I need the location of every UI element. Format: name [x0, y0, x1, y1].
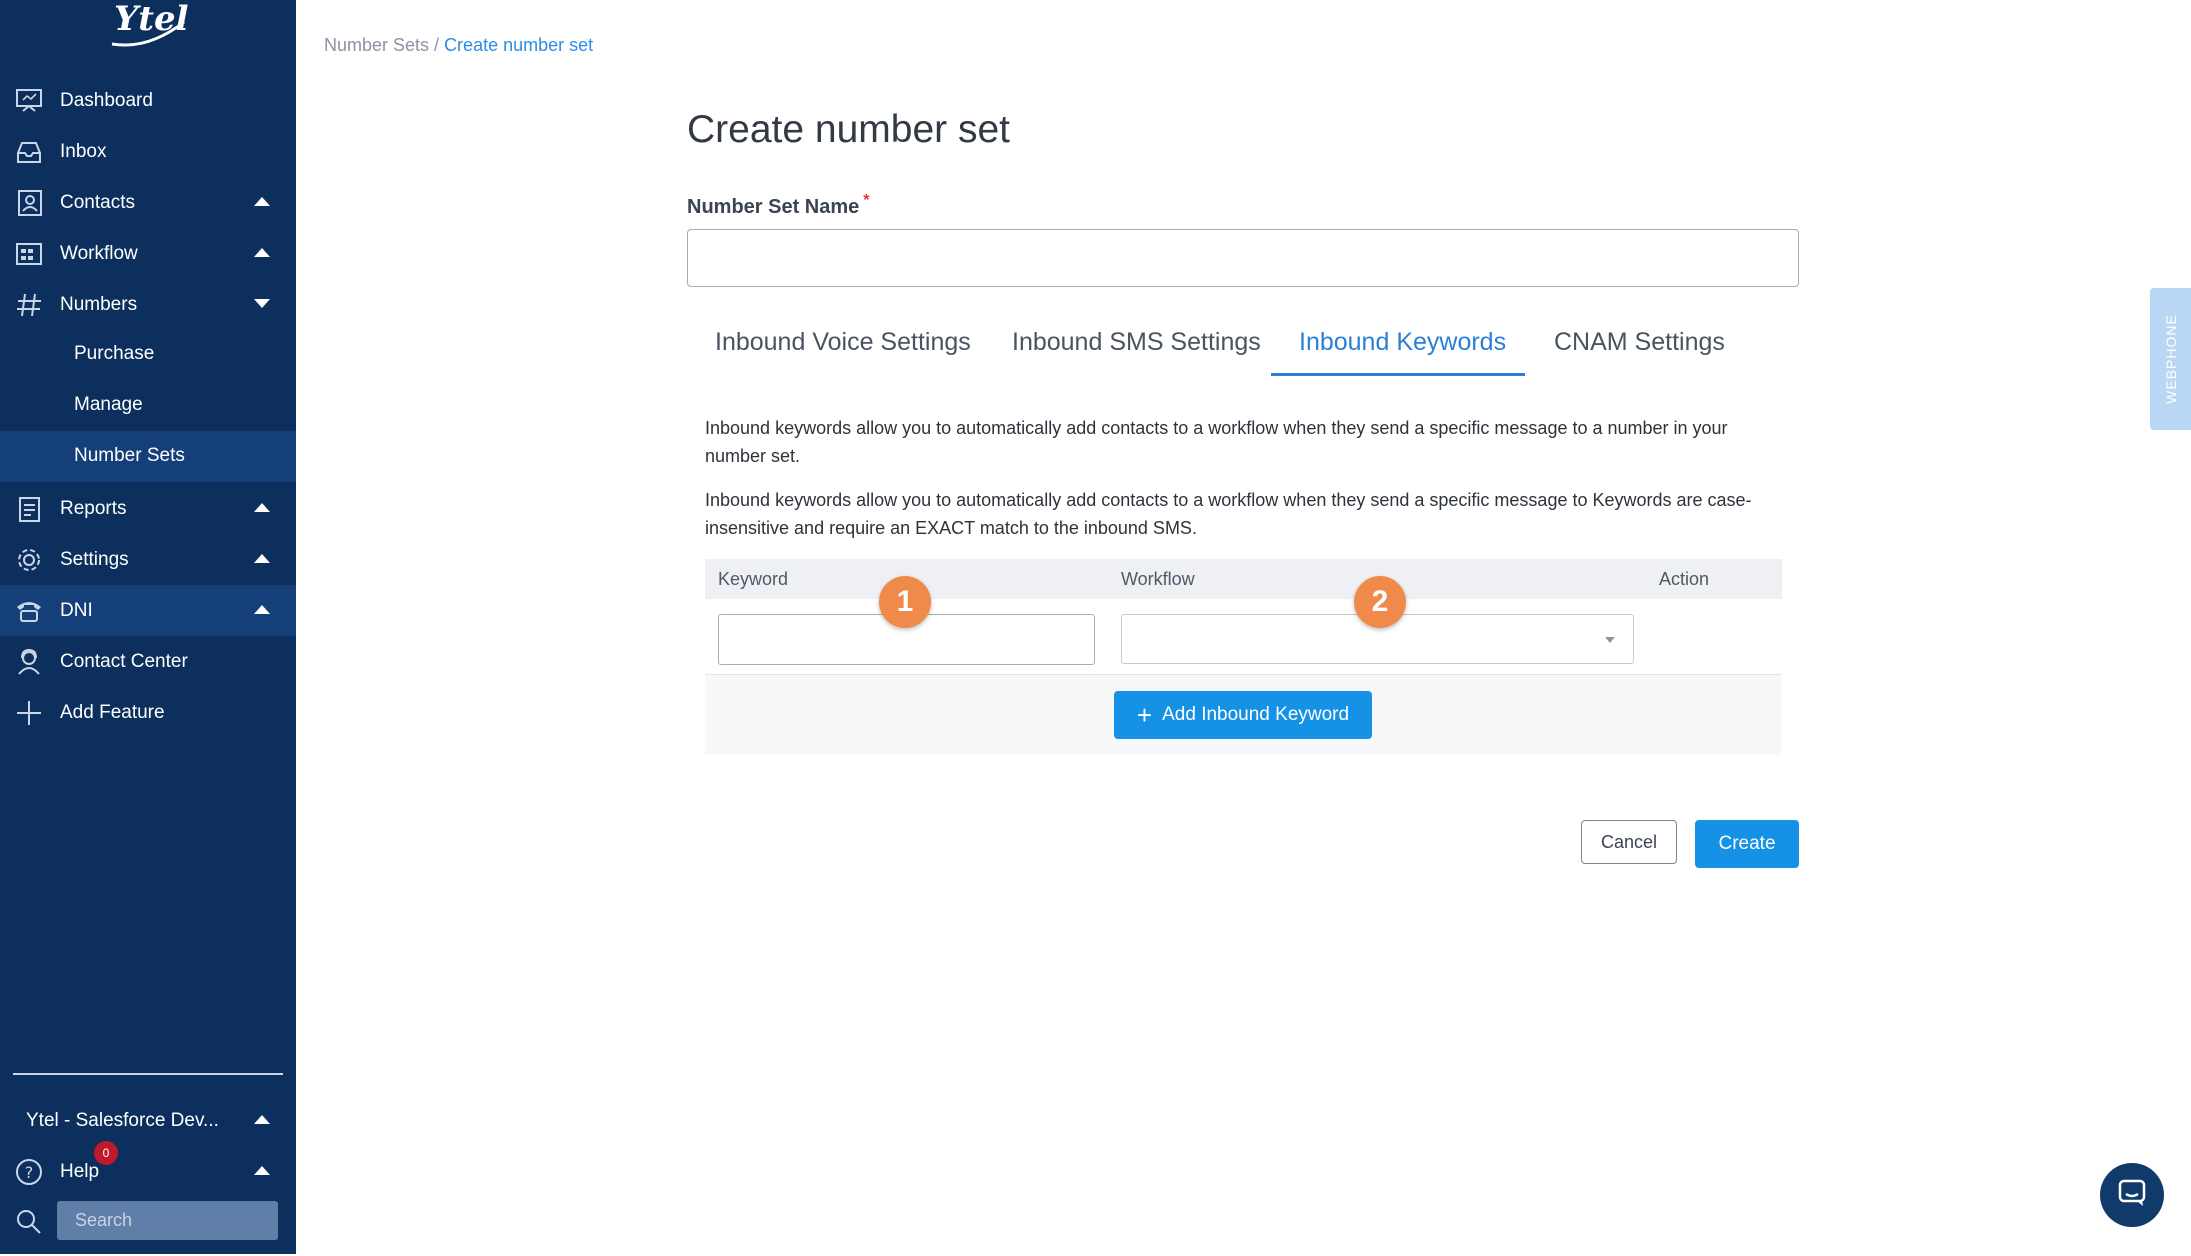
page-title: Create number set [687, 108, 1010, 151]
description-text: Inbound keywords allow you to automatica… [705, 418, 1728, 466]
webphone-label: WEBPHONE [2162, 314, 2179, 404]
breadcrumb: Number Sets / Create number set [324, 35, 593, 56]
sidebar-item-label: Help [60, 1160, 100, 1182]
column-header-action: Action [1659, 569, 1710, 589]
plus-icon [14, 699, 44, 727]
number-set-name-label-text: Number Set Name [687, 196, 860, 218]
add-inbound-keyword-button[interactable]: + Add Inbound Keyword [1114, 691, 1372, 739]
sidebar-item-numbers[interactable]: Numbers [0, 279, 296, 330]
sidebar-item-label: DNI [60, 599, 93, 621]
active-tab-indicator [1271, 373, 1525, 376]
add-inbound-keyword-label: Add Inbound Keyword [1162, 704, 1350, 725]
chevron-up-icon[interactable] [254, 1115, 270, 1124]
tab-inbound-keywords[interactable]: Inbound Keywords [1299, 328, 1506, 357]
sidebar-item-settings[interactable]: Settings [0, 534, 296, 585]
required-marker: * [863, 192, 870, 209]
chevron-up-icon[interactable] [254, 197, 270, 206]
sidebar-item-dashboard[interactable]: Dashboard [0, 75, 296, 126]
sidebar-search-input[interactable] [57, 1201, 278, 1240]
sidebar-item-label: Purchase [74, 343, 155, 364]
sidebar-item-add-feature[interactable]: Add Feature [0, 687, 296, 738]
description-text: Inbound keywords allow you to automatica… [705, 490, 1752, 538]
annotation-marker-2: 2 [1354, 576, 1406, 628]
sidebar-item-label: Reports [60, 497, 127, 519]
chevron-down-icon[interactable] [254, 299, 270, 308]
sidebar-divider [13, 1073, 283, 1075]
sidebar-item-label: Contact Center [60, 650, 188, 672]
chevron-up-icon[interactable] [254, 503, 270, 512]
phone-icon [14, 597, 44, 625]
create-button[interactable]: Create [1695, 820, 1799, 868]
cancel-button[interactable]: Cancel [1581, 820, 1677, 864]
sidebar-item-label: Numbers [60, 293, 138, 315]
account-label: Ytel - Salesforce Dev... [26, 1109, 219, 1131]
tab-inbound-voice-settings[interactable]: Inbound Voice Settings [715, 328, 971, 357]
reports-icon [14, 495, 44, 523]
sidebar-item-purchase[interactable]: Purchase [0, 329, 296, 380]
sidebar-item-inbox[interactable]: Inbox [0, 126, 296, 177]
sidebar-item-label: Inbox [60, 140, 107, 162]
sidebar-item-dni[interactable]: DNI [0, 585, 296, 636]
breadcrumb-current[interactable]: Create number set [444, 35, 593, 55]
tab-inbound-sms-settings[interactable]: Inbound SMS Settings [1012, 328, 1261, 357]
sidebar: Ytel Dashboard Inbox Contacts Workflow N… [0, 0, 296, 1254]
chevron-up-icon[interactable] [254, 1166, 270, 1175]
tab-cnam-settings[interactable]: CNAM Settings [1554, 328, 1725, 357]
annotation-marker-1: 1 [879, 576, 931, 628]
sidebar-item-label: Add Feature [60, 701, 165, 723]
table-row [705, 599, 1782, 675]
chat-icon [2117, 1178, 2147, 1213]
sidebar-item-help[interactable]: ? Help [0, 1146, 296, 1197]
table-header: Keyword Workflow Action [705, 559, 1782, 599]
chat-launcher-button[interactable] [2100, 1163, 2164, 1227]
breadcrumb-parent-link[interactable]: Number Sets [324, 35, 429, 55]
sidebar-item-contact-center[interactable]: Contact Center [0, 636, 296, 687]
headset-icon [14, 648, 44, 676]
ytel-logo[interactable]: Ytel [108, 0, 190, 52]
number-set-name-input[interactable] [687, 229, 1799, 287]
dashboard-icon [14, 87, 44, 115]
contacts-icon [14, 189, 44, 217]
column-header-workflow: Workflow [1121, 569, 1195, 589]
hash-icon [14, 291, 44, 319]
number-set-name-label: Number Set Name * [687, 192, 870, 219]
chevron-down-icon [1605, 637, 1615, 643]
sidebar-item-label: Dashboard [60, 89, 153, 111]
svg-text:Ytel: Ytel [114, 0, 189, 39]
workflow-icon [14, 240, 44, 268]
help-icon: ? [14, 1158, 44, 1186]
sidebar-item-label: Manage [74, 394, 143, 415]
plus-icon: + [1136, 700, 1153, 730]
sidebar-item-workflow[interactable]: Workflow [0, 228, 296, 279]
sidebar-item-reports[interactable]: Reports [0, 483, 296, 534]
column-header-keyword: Keyword [718, 569, 789, 589]
sidebar-item-label: Workflow [60, 242, 138, 264]
chevron-up-icon[interactable] [254, 248, 270, 257]
sidebar-item-label: Contacts [60, 191, 135, 213]
webphone-tab[interactable]: WEBPHONE [2150, 288, 2191, 430]
inbox-icon [14, 138, 44, 166]
sidebar-item-contacts[interactable]: Contacts [0, 177, 296, 228]
sidebar-item-number-sets[interactable]: Number Sets [0, 431, 296, 482]
account-switcher[interactable]: Ytel - Salesforce Dev... [0, 1095, 296, 1146]
svg-text:?: ? [25, 1163, 34, 1182]
sidebar-item-label: Settings [60, 548, 129, 570]
sidebar-item-manage[interactable]: Manage [0, 380, 296, 431]
notification-badge: 0 [94, 1141, 118, 1165]
inbound-keywords-table: Keyword Workflow Action + Add Inbound Ke… [705, 559, 1782, 755]
breadcrumb-separator: / [429, 35, 445, 55]
search-icon [14, 1207, 44, 1235]
gear-icon [14, 546, 44, 574]
chevron-up-icon[interactable] [254, 554, 270, 563]
sidebar-item-label: Number Sets [74, 445, 185, 466]
chevron-up-icon[interactable] [254, 605, 270, 614]
